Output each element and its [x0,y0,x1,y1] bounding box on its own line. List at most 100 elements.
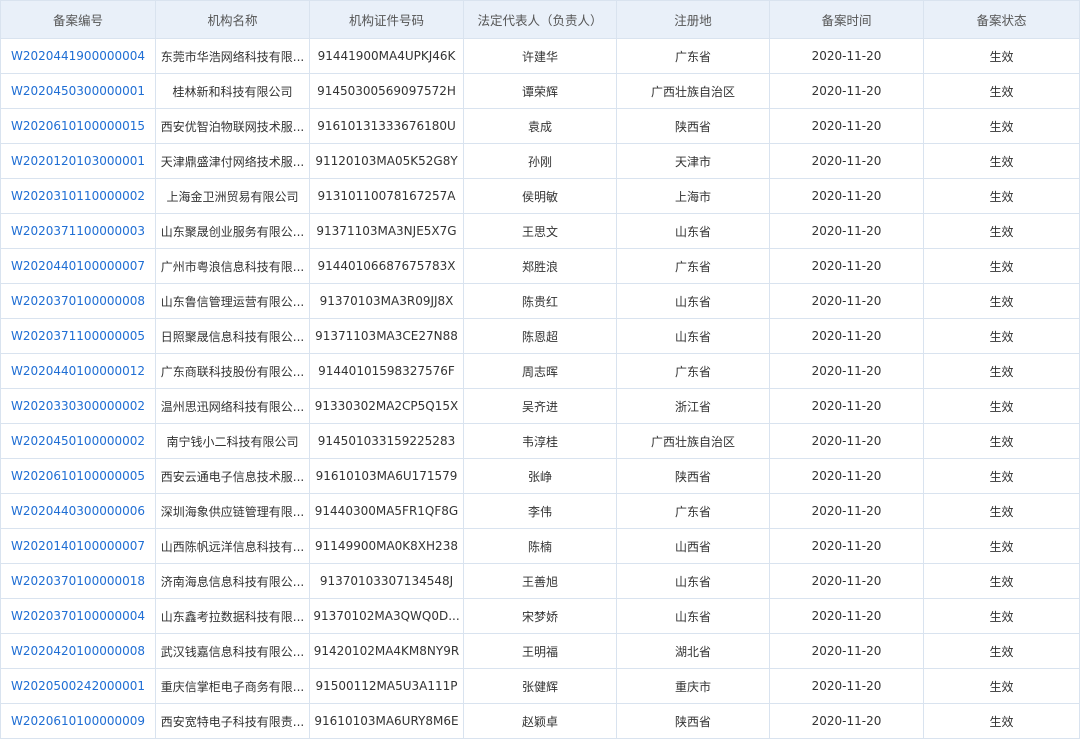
filing-status-cell: 生效 [923,108,1080,144]
org-name-cell: 深圳海象供应链管理有限... [155,493,310,529]
filing-date-cell: 2020-11-20 [769,283,924,319]
filing-status-cell: 生效 [923,563,1080,599]
org-cert-number-cell: 91440300MA5FR1QF8G [309,493,464,529]
table-row: W2020330300000002 温州思迅网络科技有限公... 91330302M… [0,388,1080,424]
table-row: W2020450300000001 桂林新和科技有限公司 9145030056909… [0,73,1080,109]
filing-status-cell: 生效 [923,703,1080,739]
filing-number-link[interactable]: W2020450300000001 [0,73,156,109]
filing-number-link[interactable]: W2020370100000004 [0,598,156,634]
filing-date-cell: 2020-11-20 [769,423,924,459]
filing-status-cell: 生效 [923,388,1080,424]
filing-date-cell: 2020-11-20 [769,703,924,739]
filing-number-link[interactable]: W2020330300000002 [0,388,156,424]
registration-place-cell: 山东省 [616,213,770,249]
filing-date-cell: 2020-11-20 [769,178,924,214]
org-name-cell: 西安云通电子信息技术服... [155,458,310,494]
table-row: W2020371100000005 日照聚晟信息科技有限公... 91371103M… [0,318,1080,354]
filing-status-cell: 生效 [923,73,1080,109]
legal-representative-cell: 王善旭 [463,563,617,599]
table-row: W2020610100000015 西安优智泊物联网技术服... 916101313… [0,108,1080,144]
filing-number-link[interactable]: W2020420100000008 [0,633,156,669]
legal-representative-cell: 李伟 [463,493,617,529]
filing-number-link[interactable]: W2020371100000005 [0,318,156,354]
filing-number-link[interactable]: W2020440100000007 [0,248,156,284]
registration-place-cell: 浙江省 [616,388,770,424]
registration-place-cell: 广东省 [616,248,770,284]
filing-status-cell: 生效 [923,633,1080,669]
filing-date-cell: 2020-11-20 [769,493,924,529]
header-filing-number: 备案编号 [0,0,156,39]
org-cert-number-cell: 91371103MA3CE27N88 [309,318,464,354]
filing-date-cell: 2020-11-20 [769,598,924,634]
filing-date-cell: 2020-11-20 [769,73,924,109]
registration-place-cell: 天津市 [616,143,770,179]
registration-place-cell: 山东省 [616,318,770,354]
filing-number-link[interactable]: W2020120103000001 [0,143,156,179]
table-row: W2020610100000009 西安宽特电子科技有限责... 91610103M… [0,703,1080,739]
filing-number-link[interactable]: W2020370100000018 [0,563,156,599]
filing-date-cell: 2020-11-20 [769,143,924,179]
table-row: W2020440100000007 广州市粤浪信息科技有限... 914401066… [0,248,1080,284]
registration-place-cell: 陕西省 [616,108,770,144]
org-name-cell: 山东聚晟创业服务有限公... [155,213,310,249]
registration-place-cell: 山西省 [616,528,770,564]
legal-representative-cell: 谭荣辉 [463,73,617,109]
filing-number-link[interactable]: W2020610100000015 [0,108,156,144]
org-name-cell: 山西陈帆远洋信息科技有... [155,528,310,564]
table-body: W2020441900000004 东莞市华浩网络科技有限... 91441900M… [0,38,1080,739]
filing-status-cell: 生效 [923,38,1080,74]
table-row: W2020420100000008 武汉钱嘉信息科技有限公... 91420102M… [0,633,1080,669]
filing-status-cell: 生效 [923,598,1080,634]
filing-status-cell: 生效 [923,668,1080,704]
legal-representative-cell: 张健辉 [463,668,617,704]
filing-date-cell: 2020-11-20 [769,388,924,424]
org-cert-number-cell: 91610103MA6URY8M6E [309,703,464,739]
table-row: W2020440300000006 深圳海象供应链管理有限... 91440300M… [0,493,1080,529]
legal-representative-cell: 许建华 [463,38,617,74]
filing-number-link[interactable]: W2020140100000007 [0,528,156,564]
legal-representative-cell: 周志晖 [463,353,617,389]
filing-number-link[interactable]: W2020440300000006 [0,493,156,529]
filing-date-cell: 2020-11-20 [769,318,924,354]
legal-representative-cell: 陈贵红 [463,283,617,319]
table-row: W2020500242000001 重庆信掌柜电子商务有限... 91500112M… [0,668,1080,704]
filing-number-link[interactable]: W2020441900000004 [0,38,156,74]
org-cert-number-cell: 91441900MA4UPKJ46K [309,38,464,74]
legal-representative-cell: 王思文 [463,213,617,249]
filing-number-link[interactable]: W2020450100000002 [0,423,156,459]
filing-status-cell: 生效 [923,283,1080,319]
filing-number-link[interactable]: W2020440100000012 [0,353,156,389]
registration-place-cell: 陕西省 [616,703,770,739]
filing-date-cell: 2020-11-20 [769,353,924,389]
filing-number-link[interactable]: W2020370100000008 [0,283,156,319]
filing-number-link[interactable]: W2020310110000002 [0,178,156,214]
filing-status-cell: 生效 [923,458,1080,494]
registration-place-cell: 上海市 [616,178,770,214]
legal-representative-cell: 赵颖卓 [463,703,617,739]
filing-date-cell: 2020-11-20 [769,108,924,144]
table-row: W2020440100000012 广东商联科技股份有限公... 914401015… [0,353,1080,389]
filing-number-link[interactable]: W2020371100000003 [0,213,156,249]
org-name-cell: 广东商联科技股份有限公... [155,353,310,389]
legal-representative-cell: 张峥 [463,458,617,494]
org-cert-number-cell: 91610103MA6U171579 [309,458,464,494]
filing-date-cell: 2020-11-20 [769,458,924,494]
org-name-cell: 武汉钱嘉信息科技有限公... [155,633,310,669]
legal-representative-cell: 侯明敏 [463,178,617,214]
filing-status-cell: 生效 [923,248,1080,284]
filing-date-cell: 2020-11-20 [769,563,924,599]
filing-date-cell: 2020-11-20 [769,633,924,669]
filing-number-link[interactable]: W2020500242000001 [0,668,156,704]
table-row: W2020310110000002 上海金卫洲贸易有限公司 913101100781… [0,178,1080,214]
filing-status-cell: 生效 [923,493,1080,529]
org-cert-number-cell: 914501033159225283 [309,423,464,459]
legal-representative-cell: 宋梦娇 [463,598,617,634]
header-registration-place: 注册地 [616,0,770,39]
org-cert-number-cell: 91370102MA3QWQ0D... [309,598,464,634]
registration-place-cell: 重庆市 [616,668,770,704]
legal-representative-cell: 吴齐进 [463,388,617,424]
org-name-cell: 日照聚晟信息科技有限公... [155,318,310,354]
org-cert-number-cell: 91500112MA5U3A111P [309,668,464,704]
filing-number-link[interactable]: W2020610100000009 [0,703,156,739]
filing-number-link[interactable]: W2020610100000005 [0,458,156,494]
